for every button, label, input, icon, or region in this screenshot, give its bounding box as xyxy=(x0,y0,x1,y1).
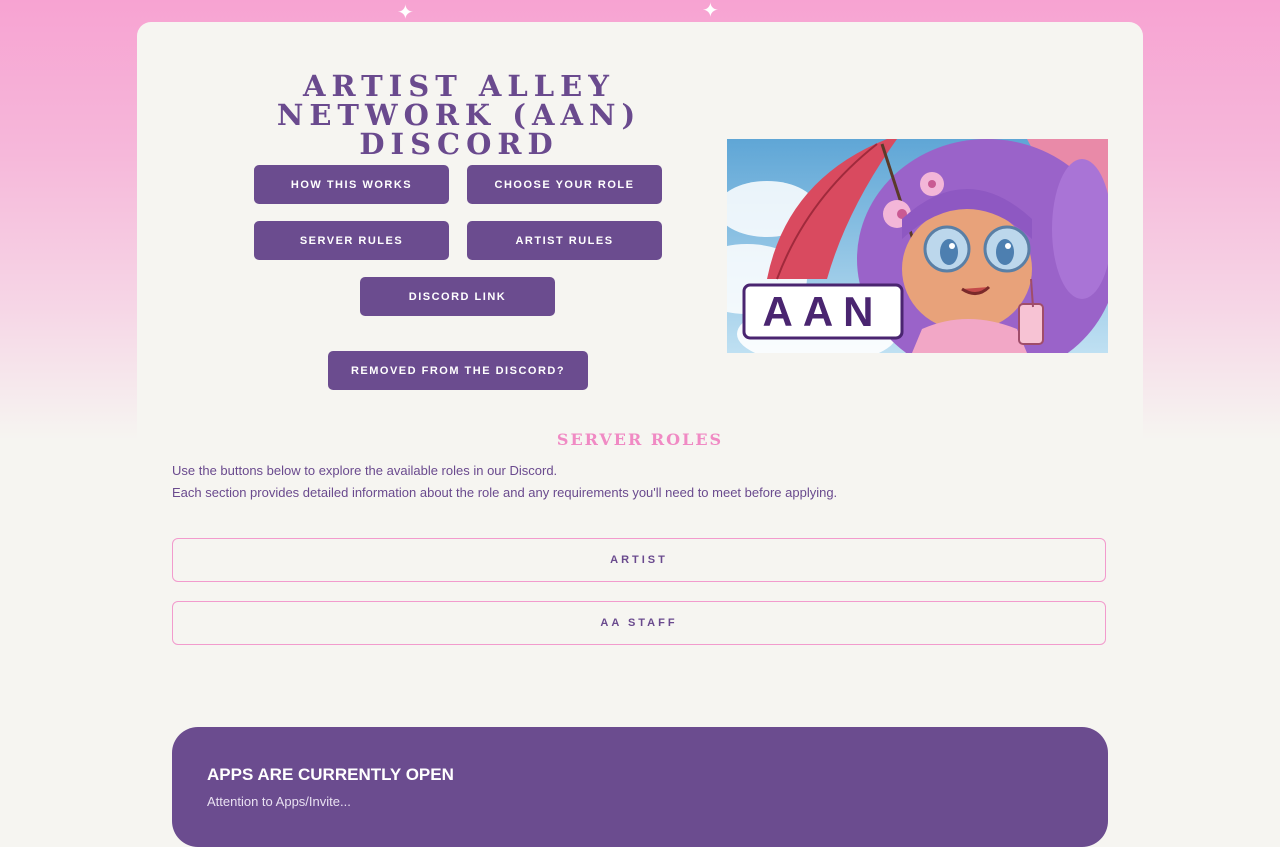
main-card: ARTIST ALLEY NETWORK (AAN) DISCORD HOW T… xyxy=(137,22,1143,847)
server-roles-description-line-1: Use the buttons below to explore the ava… xyxy=(172,463,558,478)
sparkle-icon: ✦ xyxy=(702,0,719,22)
sparkle-icon: ✦ xyxy=(397,0,414,24)
apps-open-panel: APPS ARE CURRENTLY OPEN Attention to App… xyxy=(172,727,1108,847)
discord-link-button[interactable]: DISCORD LINK xyxy=(360,277,555,316)
page-title: ARTIST ALLEY NETWORK (AAN) DISCORD xyxy=(276,69,642,161)
hero-logo-text: AAN xyxy=(763,288,884,335)
role-aa-staff-button[interactable]: AA STAFF xyxy=(172,601,1106,645)
choose-your-role-button[interactable]: CHOOSE YOUR ROLE xyxy=(467,165,662,204)
how-this-works-button[interactable]: HOW THIS WORKS xyxy=(254,165,449,204)
apps-open-subtitle: Attention to Apps/Invite... xyxy=(207,794,351,809)
server-roles-description-line-2: Each section provides detailed informati… xyxy=(172,485,838,500)
apps-open-title: APPS ARE CURRENTLY OPEN xyxy=(207,765,454,784)
role-artist-button[interactable]: ARTIST xyxy=(172,538,1106,582)
server-roles-title: SERVER ROLES xyxy=(556,430,724,449)
hero-illustration: AAN xyxy=(727,139,1108,353)
server-rules-button[interactable]: SERVER RULES xyxy=(254,221,449,260)
removed-from-discord-button[interactable]: REMOVED FROM THE DISCORD? xyxy=(328,351,588,390)
artist-rules-button[interactable]: ARTIST RULES xyxy=(467,221,662,260)
